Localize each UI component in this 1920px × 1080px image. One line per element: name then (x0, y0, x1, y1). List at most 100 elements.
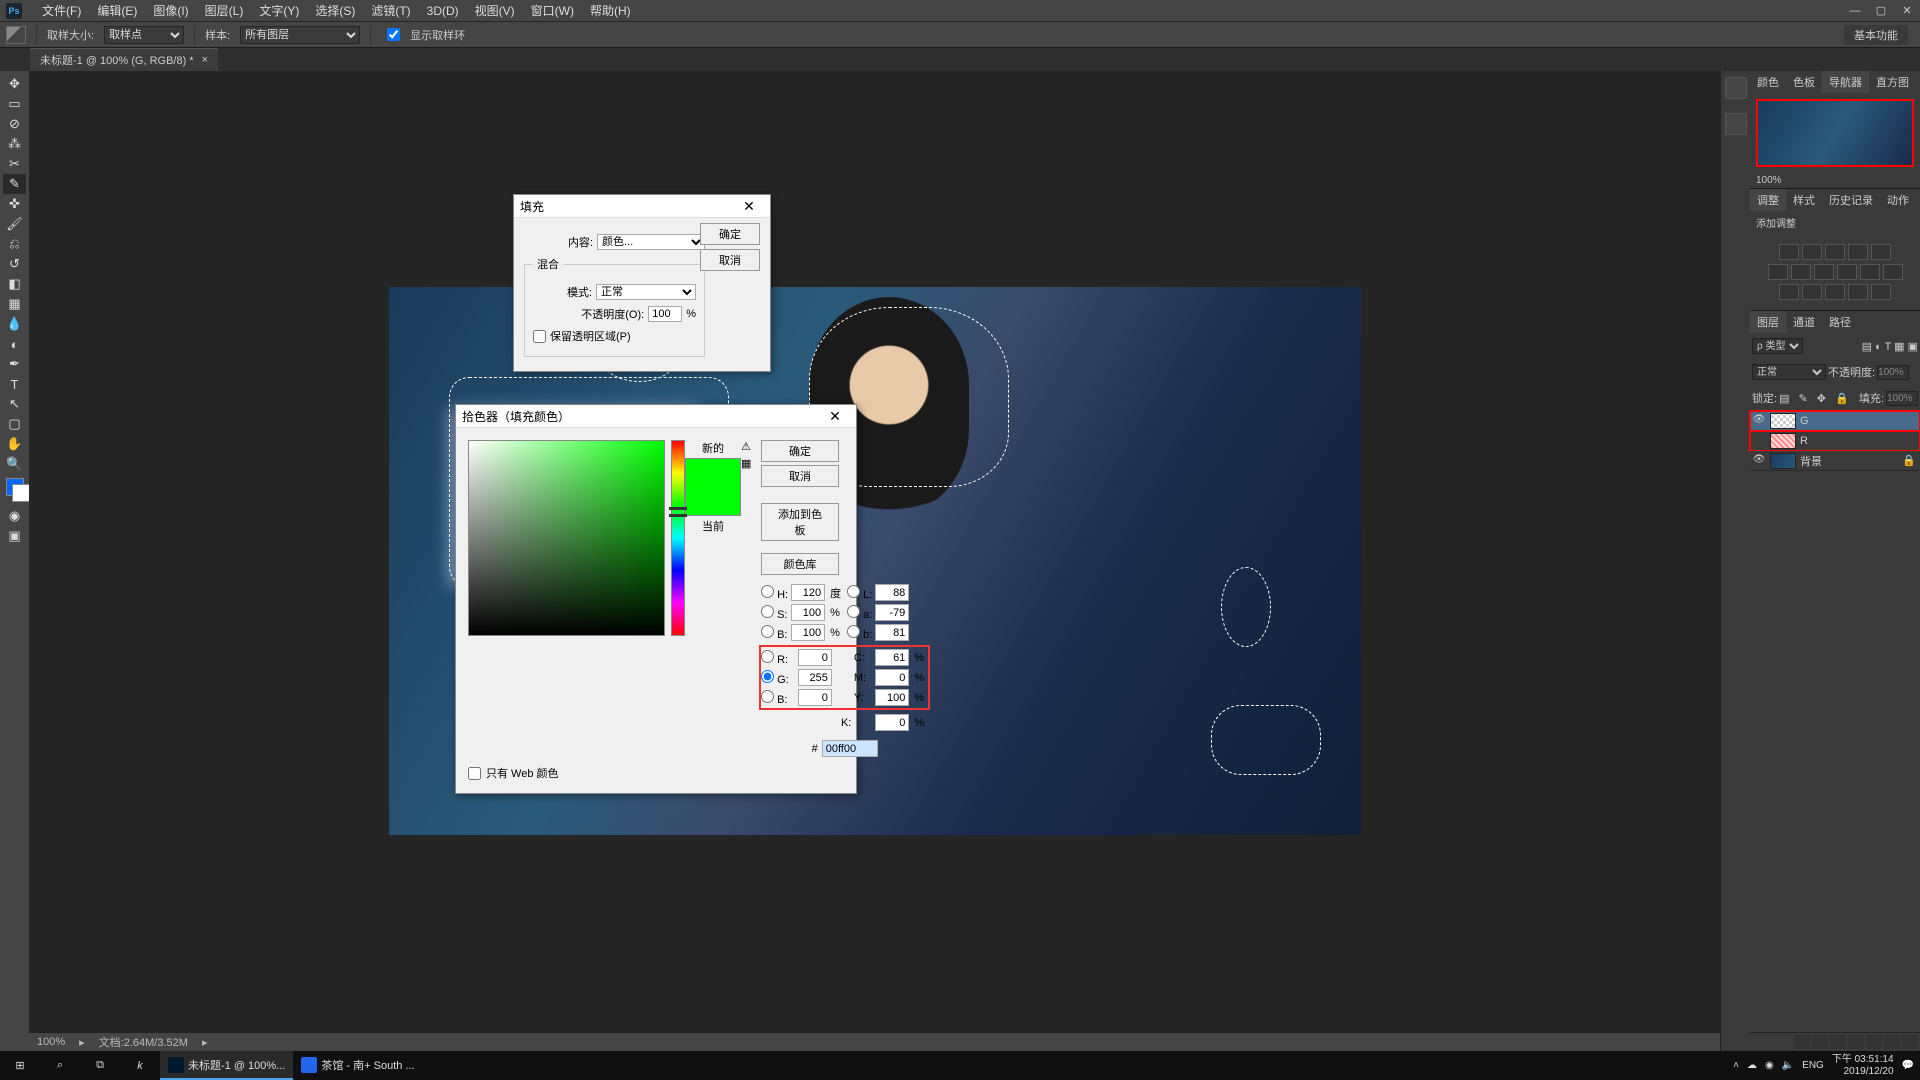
minimize-button[interactable]: — (1842, 0, 1868, 21)
expand-icon[interactable]: ▸ (79, 1036, 85, 1049)
navigator-thumbnail[interactable] (1756, 99, 1914, 167)
menu-3d[interactable]: 3D(D) (419, 4, 467, 18)
menu-view[interactable]: 视图(V) (467, 2, 523, 19)
type-tool-icon[interactable]: T (3, 374, 26, 394)
tray-lang[interactable]: ENG (1802, 1060, 1824, 1071)
menu-file[interactable]: 文件(F) (34, 2, 89, 19)
l-input[interactable] (875, 584, 909, 601)
tray-cloud-icon[interactable]: ☁ (1747, 1060, 1757, 1071)
heal-tool-icon[interactable]: ✜ (3, 194, 26, 214)
adj-icon[interactable] (1802, 244, 1822, 260)
fill-input[interactable] (1886, 391, 1918, 406)
adj-icon[interactable] (1848, 284, 1868, 300)
search-icon[interactable]: ⌕ (40, 1051, 80, 1080)
l-radio[interactable] (847, 585, 860, 598)
menu-select[interactable]: 选择(S) (307, 2, 363, 19)
lab-b-input[interactable] (875, 624, 909, 641)
current-tool-icon[interactable] (6, 26, 26, 44)
show-ring-checkbox[interactable] (387, 28, 400, 41)
marquee-tool-icon[interactable]: ▭ (3, 94, 26, 114)
close-icon[interactable]: ✕ (820, 408, 850, 425)
stamp-tool-icon[interactable]: ⎌ (3, 234, 26, 254)
foreground-color[interactable] (6, 478, 24, 496)
tab-color[interactable]: 颜色 (1750, 71, 1786, 93)
notification-center-icon[interactable]: 💬 (1902, 1060, 1914, 1071)
ok-button[interactable]: 确定 (761, 440, 839, 462)
new-adjustment-icon[interactable] (1848, 1035, 1864, 1049)
start-button[interactable]: ⊞ (0, 1051, 40, 1080)
c-input[interactable] (875, 649, 909, 666)
menu-filter[interactable]: 滤镜(T) (363, 2, 418, 19)
m-input[interactable] (875, 669, 909, 686)
zoom-tool-icon[interactable]: 🔍 (3, 454, 26, 474)
mask-icon[interactable] (1830, 1035, 1846, 1049)
tab-channels[interactable]: 通道 (1786, 311, 1822, 333)
layer-row-g[interactable]: 👁 G (1750, 411, 1920, 431)
tray-up-icon[interactable]: ˄ (1733, 1060, 1739, 1071)
opacity-input[interactable] (1877, 365, 1909, 380)
wand-tool-icon[interactable]: ⁂ (3, 134, 26, 154)
link-layers-icon[interactable] (1794, 1035, 1810, 1049)
h-input[interactable] (791, 584, 825, 601)
visibility-icon[interactable]: 👁 (1752, 454, 1766, 468)
layer-row-r[interactable]: R (1750, 431, 1920, 451)
document-tab[interactable]: 未标题-1 @ 100% (G, RGB/8) * × (30, 48, 218, 71)
h-radio[interactable] (761, 585, 774, 598)
s-radio[interactable] (761, 605, 774, 618)
app-pin-icon[interactable]: k (120, 1051, 160, 1080)
sample-select[interactable]: 所有图层 (240, 26, 360, 44)
add-swatch-button[interactable]: 添加到色板 (761, 503, 839, 541)
taskbar-app-browser[interactable]: 茶馆 - 南+ South ... (293, 1051, 422, 1080)
menu-type[interactable]: 文字(Y) (251, 2, 307, 19)
tab-navigator[interactable]: 导航器 (1822, 71, 1869, 93)
tab-histogram[interactable]: 直方图 (1869, 71, 1916, 93)
menu-help[interactable]: 帮助(H) (582, 2, 639, 19)
adj-icon[interactable] (1791, 264, 1811, 280)
opacity-input[interactable] (648, 306, 682, 322)
hand-tool-icon[interactable]: ✋ (3, 434, 26, 454)
brush-tool-icon[interactable]: 🖌 (3, 214, 26, 234)
adj-icon[interactable] (1825, 244, 1845, 260)
mode-select[interactable]: 正常 (596, 284, 696, 300)
adj-icon[interactable] (1825, 284, 1845, 300)
content-select[interactable]: 颜色... (597, 234, 705, 250)
maximize-button[interactable]: ▢ (1868, 0, 1894, 21)
lasso-tool-icon[interactable]: ⊘ (3, 114, 26, 134)
adj-icon[interactable] (1768, 264, 1788, 280)
web-only-checkbox[interactable] (468, 767, 481, 780)
pen-tool-icon[interactable]: ✒ (3, 354, 26, 374)
a-input[interactable] (875, 604, 909, 621)
screenmode-icon[interactable]: ▣ (3, 526, 26, 546)
tab-actions[interactable]: 动作 (1880, 189, 1916, 211)
visibility-icon[interactable] (1752, 434, 1766, 448)
adj-icon[interactable] (1860, 264, 1880, 280)
hex-input[interactable] (822, 740, 878, 757)
menu-window[interactable]: 窗口(W) (523, 2, 582, 19)
taskbar-clock[interactable]: 下午 03:51:14 2019/12/20 (1832, 1054, 1894, 1078)
zoom-level[interactable]: 100% (37, 1036, 65, 1048)
blur-tool-icon[interactable]: 💧 (3, 314, 26, 334)
eyedropper-tool-icon[interactable]: ✎ (3, 174, 26, 194)
adj-icon[interactable] (1837, 264, 1857, 280)
ok-button[interactable]: 确定 (700, 223, 760, 245)
dodge-tool-icon[interactable]: ◐ (3, 334, 26, 354)
y-input[interactable] (875, 689, 909, 706)
history-brush-icon[interactable]: ↺ (3, 254, 26, 274)
path-select-icon[interactable]: ↖ (3, 394, 26, 414)
tray-steam-icon[interactable]: ◉ (1765, 1060, 1774, 1071)
tab-swatches[interactable]: 色板 (1786, 71, 1822, 93)
tab-layers[interactable]: 图层 (1750, 311, 1786, 333)
bright-input[interactable] (791, 624, 825, 641)
gradient-tool-icon[interactable]: ▦ (3, 294, 26, 314)
close-icon[interactable]: ✕ (734, 198, 764, 215)
dock-icon-1[interactable] (1725, 77, 1747, 99)
adj-icon[interactable] (1883, 264, 1903, 280)
eraser-tool-icon[interactable]: ◧ (3, 274, 26, 294)
menu-image[interactable]: 图像(I) (145, 2, 196, 19)
picker-titlebar[interactable]: 拾色器（填充颜色） ✕ (456, 405, 856, 428)
visibility-icon[interactable]: 👁 (1752, 414, 1766, 428)
k-input[interactable] (875, 714, 909, 731)
new-group-icon[interactable] (1866, 1035, 1882, 1049)
tab-styles[interactable]: 样式 (1786, 189, 1822, 211)
menu-layer[interactable]: 图层(L) (197, 2, 252, 19)
